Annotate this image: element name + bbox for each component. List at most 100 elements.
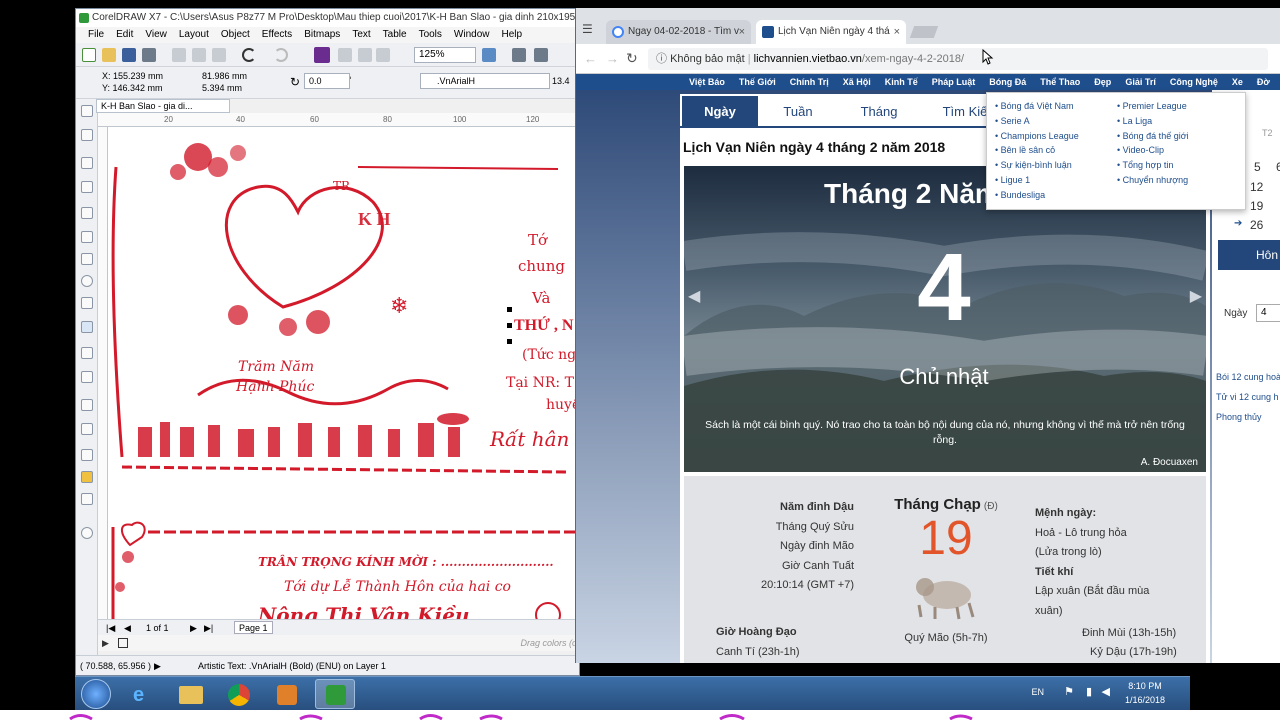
zoom-tool-icon[interactable] [81,181,93,193]
info-icon[interactable]: ⓘ [656,53,667,65]
tab-tuan[interactable]: Tuần [758,96,838,128]
freehand-tool-icon[interactable] [81,207,93,219]
shape-tool-icon[interactable] [81,129,93,141]
dropdown-item[interactable]: Sự kiện-bình luận [995,158,1079,173]
import-icon[interactable] [338,48,352,62]
first-page-icon[interactable]: |◀ [106,620,115,636]
nav-dep[interactable]: Đẹp [1087,74,1118,90]
eyedropper-icon[interactable] [81,449,93,461]
calendar-day[interactable]: 12 [1250,180,1263,194]
object-height[interactable]: 5.394 mm [202,83,242,93]
explorer-taskbar-icon[interactable] [171,679,211,709]
polygon-tool-icon[interactable] [81,297,93,309]
tab-thang[interactable]: Tháng [838,96,920,128]
sidebar-link[interactable]: Tử vi 12 cung h [1216,392,1279,402]
dropdown-item[interactable]: Bóng đá thế giới [1117,129,1189,144]
menu-effects[interactable]: Effects [256,27,298,43]
nav-the-thao[interactable]: Thể Thao [1033,74,1087,90]
menu-bitmaps[interactable]: Bitmaps [298,27,346,43]
object-width[interactable]: 81.986 mm [202,71,247,81]
nav-phap-luat[interactable]: Pháp Luật [925,74,983,90]
close-tab-icon[interactable]: × [739,20,745,44]
nav-bong-da[interactable]: Bóng Đá [982,74,1033,90]
volume-icon[interactable]: ◀ [1102,685,1110,698]
menu-window[interactable]: Window [448,27,496,43]
back-icon[interactable]: ← [584,51,597,66]
dropdown-item[interactable]: Bên lề sân cỏ [995,143,1079,158]
position-y[interactable]: Y: 146.342 mm [102,83,163,93]
export-icon[interactable] [358,48,372,62]
dropdown-item[interactable]: La Liga [1117,114,1189,129]
next-page-icon[interactable]: ▶ [190,620,197,636]
dropdown-item[interactable]: Serie A [995,114,1079,129]
add-tool-icon[interactable] [81,527,93,539]
clock-time[interactable]: 8:10 PM [1120,681,1170,691]
drop-shadow-icon[interactable] [81,399,93,411]
calendar-day[interactable]: 6 [1276,160,1280,174]
menu-table[interactable]: Table [377,27,413,43]
menu-file[interactable]: File [82,27,110,43]
calendar-day[interactable]: 19 [1250,199,1263,213]
clock-date[interactable]: 1/16/2018 [1120,695,1170,705]
coreldraw-taskbar-icon[interactable] [315,679,355,709]
dropdown-item[interactable]: Chuyển nhượng [1117,173,1189,188]
new-document-icon[interactable] [82,48,96,62]
prev-day-icon[interactable]: ◀ [688,286,700,306]
prev-page-icon[interactable]: ◀ [124,620,131,636]
interactive-fill-icon[interactable] [81,471,93,483]
reload-icon[interactable]: ↻ [626,50,638,67]
nav-chinh-tri[interactable]: Chính Trị [783,74,836,90]
zoom-fit-icon[interactable] [482,48,496,62]
rectangle-tool-icon[interactable] [81,253,93,265]
nav-giai-tri[interactable]: Giải Trí [1118,74,1163,90]
next-day-icon[interactable]: ▶ [1190,286,1202,306]
nav-vietbao[interactable]: Việt Báo [682,74,732,90]
calendar-day[interactable]: 26 [1250,218,1263,232]
nav-doi-song[interactable]: Đờ [1250,74,1277,90]
redo-icon[interactable] [274,48,288,62]
nav-xa-hoi[interactable]: Xã Hội [836,74,878,90]
dropdown-item[interactable]: Premier League [1117,99,1189,114]
nav-the-gioi[interactable]: Thế Giới [732,74,783,90]
palette-arrow-icon[interactable]: ▶ [102,635,109,651]
copy-icon[interactable] [192,48,206,62]
menu-text[interactable]: Text [346,27,376,43]
rotation-angle-input[interactable]: 0.0 [304,73,350,89]
browser-tab-lichvannien[interactable]: Lịch Vạn Niên ngày 4 thá × [756,20,906,44]
dropdown-item[interactable]: Tổng hợp tin [1117,158,1189,173]
pick-tool-icon[interactable] [81,105,93,117]
network-icon[interactable]: ▮ [1086,685,1092,698]
address-bar[interactable]: ⓘ Không bảo mật | lichvannien.vietbao.vn… [648,48,1268,70]
snap-to-icon[interactable] [534,48,548,62]
document-tab[interactable]: K-H Ban Slao - gia di... [96,99,230,113]
close-tab-icon[interactable]: × [894,20,900,44]
transparency-tool-icon[interactable] [81,423,93,435]
menu-edit[interactable]: Edit [110,27,139,43]
sidebar-link[interactable]: Phong thủy [1216,412,1262,422]
date-day-select[interactable]: 4 [1256,304,1280,322]
dropdown-item[interactable]: Bundesliga [995,188,1079,203]
full-screen-icon[interactable] [512,48,526,62]
menu-object[interactable]: Object [215,27,256,43]
last-page-icon[interactable]: ▶| [204,620,213,636]
font-size-field[interactable]: 13.4 [552,76,570,86]
smart-fill-icon[interactable] [81,493,93,505]
page-tab[interactable]: Page 1 [234,621,273,634]
crop-tool-icon[interactable] [81,157,93,169]
flag-icon[interactable]: ⚑ [1064,685,1074,698]
nav-cong-nghe[interactable]: Công Nghệ [1163,74,1225,90]
menu-view[interactable]: View [139,27,173,43]
dropdown-item[interactable]: Video-Clip [1117,143,1189,158]
font-family-select[interactable]: .VnArialH [420,73,550,89]
today-button[interactable]: Hôn [1218,240,1280,270]
nav-xe[interactable]: Xe [1225,74,1250,90]
browser-tab-search[interactable]: Ngay 04-02-2018 - Tìm v × [606,20,751,44]
dropdown-item[interactable]: Champions League [995,129,1079,144]
paste-icon[interactable] [212,48,226,62]
text-tool-icon[interactable] [81,321,93,333]
open-folder-icon[interactable] [102,48,116,62]
drawing-canvas[interactable]: ❄ TR K H Tớ chung Và THỨ , N (Tức ng Tại… [108,127,579,627]
menu-layout[interactable]: Layout [173,27,215,43]
forward-icon[interactable]: → [606,51,619,66]
status-play-icon[interactable]: ▶ [154,656,161,675]
